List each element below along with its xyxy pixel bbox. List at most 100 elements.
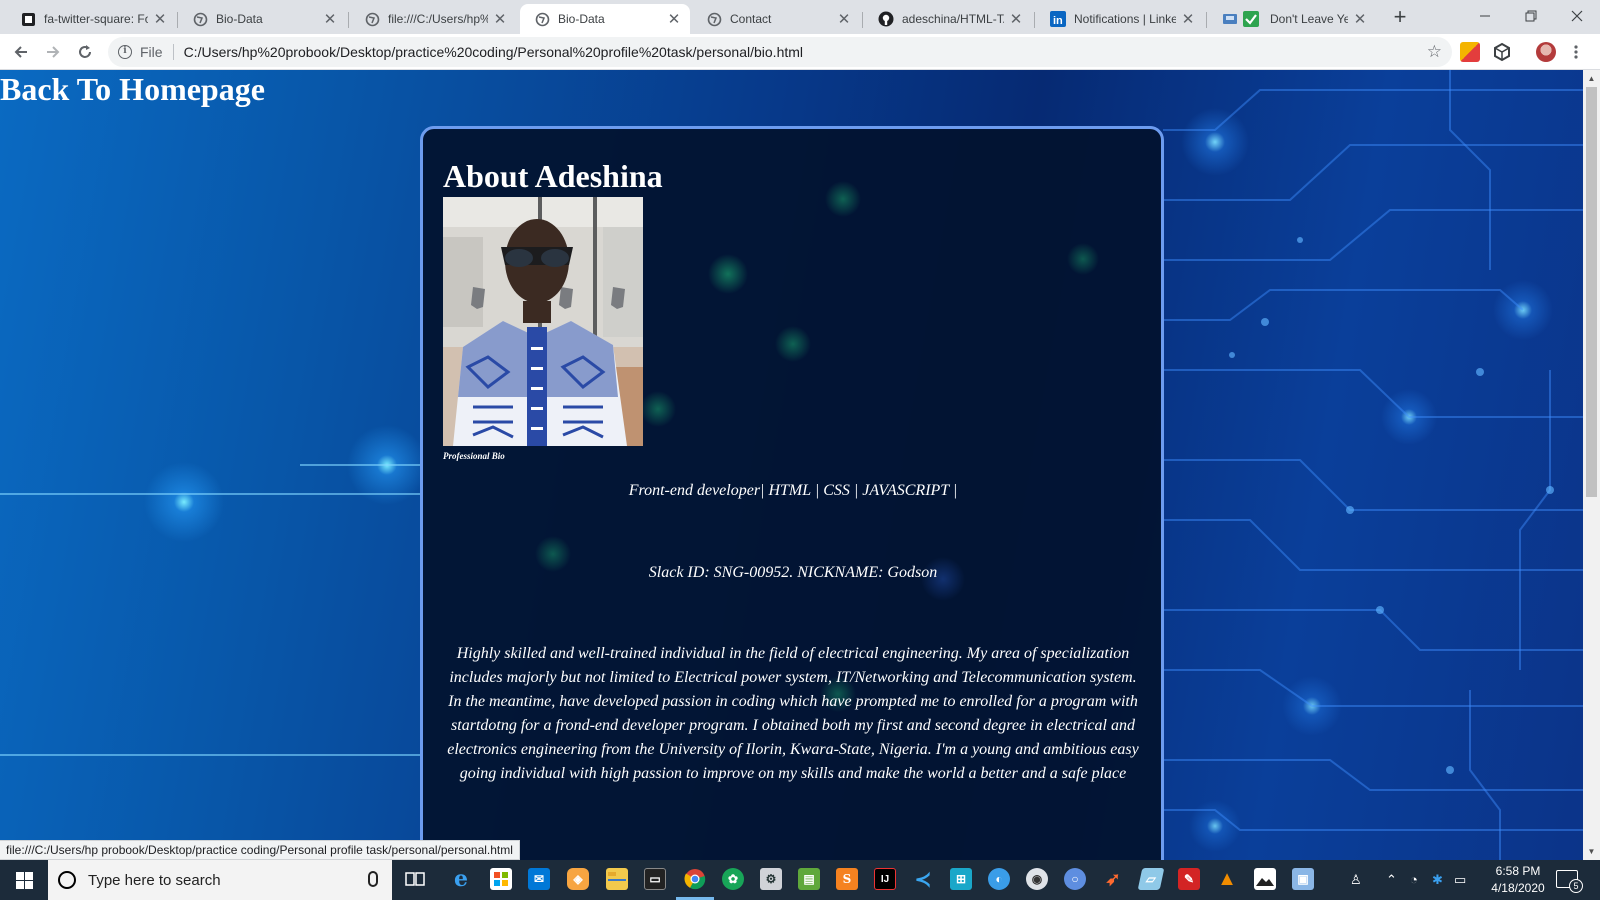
- vscode-icon[interactable]: ≺: [912, 868, 934, 891]
- slack-id-line: Slack ID: SNG-00952. NICKNAME: Godson: [648, 564, 938, 581]
- address-bar[interactable]: i File C:/Users/hp%20probook/Desktop/pra…: [108, 37, 1452, 67]
- orbit-app-icon[interactable]: ○: [1064, 868, 1086, 890]
- extension-icon[interactable]: [1460, 42, 1480, 62]
- sublime-text-icon[interactable]: S: [836, 868, 858, 890]
- tab-bio-data[interactable]: Bio-Data ✕: [178, 4, 346, 34]
- minimize-icon: [1480, 15, 1490, 17]
- tab-linkedin[interactable]: in Notifications | Linke ✕: [1036, 4, 1204, 34]
- tab-title: Contact: [730, 12, 772, 26]
- tab-bio-data-active[interactable]: Bio-Data ✕: [520, 4, 690, 34]
- close-icon[interactable]: ✕: [492, 10, 508, 28]
- arrow-left-icon: [14, 46, 27, 58]
- pictures-app-icon[interactable]: ◈: [567, 868, 589, 890]
- restore-button[interactable]: [1508, 0, 1554, 32]
- profile-avatar[interactable]: [1536, 42, 1556, 62]
- tab-twitter-square[interactable]: fa-twitter-square: Fo ✕: [6, 4, 176, 34]
- scroll-thumb[interactable]: [1586, 87, 1597, 497]
- reload-icon: [79, 45, 91, 58]
- wifi-icon[interactable]: ◔: [1410, 872, 1418, 887]
- status-bar-url: file:///C:/Users/hp probook/Desktop/prac…: [0, 840, 520, 860]
- url-text[interactable]: C:/Users/hp%20probook/Desktop/practice%2…: [184, 44, 803, 60]
- back-to-homepage-link[interactable]: Back To Homepage: [0, 70, 265, 108]
- close-window-button[interactable]: [1554, 0, 1600, 32]
- profile-photo: [443, 197, 643, 446]
- close-icon[interactable]: ✕: [152, 10, 168, 28]
- store-icon[interactable]: [490, 868, 512, 890]
- tab-github[interactable]: adeschina/HTML-TA ✕: [864, 4, 1032, 34]
- role-line: Front-end developer| HTML | CSS | JAVASC…: [628, 482, 958, 499]
- browser-toolbar: i File C:/Users/hp%20probook/Desktop/pra…: [0, 34, 1600, 70]
- forward-button[interactable]: [40, 40, 66, 64]
- page-scrollbar[interactable]: ▲ ▼: [1583, 70, 1600, 860]
- start-button[interactable]: [0, 860, 48, 900]
- close-icon[interactable]: ✕: [666, 10, 682, 28]
- tab-contact[interactable]: Contact ✕: [692, 4, 860, 34]
- file-explorer-icon[interactable]: [606, 868, 628, 890]
- back-button[interactable]: [8, 40, 34, 64]
- arrow-right-icon: [47, 46, 60, 58]
- close-icon[interactable]: ✕: [1180, 10, 1196, 28]
- notification-center-icon[interactable]: 5: [1556, 870, 1583, 893]
- tab-title: adeschina/HTML-TA: [902, 12, 1004, 26]
- chevron-up-icon[interactable]: ⌃: [1386, 872, 1397, 888]
- cortana-icon: [58, 871, 76, 889]
- close-icon[interactable]: ✕: [836, 10, 852, 28]
- new-tab-button[interactable]: +: [1388, 6, 1412, 30]
- svg-text:in: in: [1053, 15, 1063, 27]
- globe-icon: [192, 11, 208, 27]
- system-clock[interactable]: 6:58 PM 4/18/2020: [1484, 863, 1552, 897]
- tab-title: Don't Leave Yet!: [1270, 12, 1348, 26]
- mail-icon[interactable]: ✉: [528, 868, 550, 890]
- people-icon[interactable]: ♙: [1350, 872, 1362, 888]
- bio-paragraph: Highly skilled and well-trained individu…: [447, 645, 1139, 782]
- sheet-app-icon[interactable]: ▤: [798, 868, 820, 890]
- chrome-icon[interactable]: [684, 868, 706, 890]
- more-vert-icon: [1574, 45, 1578, 59]
- network-app-icon[interactable]: ✿: [722, 868, 744, 890]
- pdf-reader-icon[interactable]: ✎: [1178, 868, 1200, 890]
- edge-icon[interactable]: e: [450, 866, 472, 892]
- vlc-icon[interactable]: ▲: [1216, 868, 1238, 890]
- info-icon[interactable]: i: [118, 45, 132, 59]
- disk-app-icon[interactable]: ◉: [1026, 868, 1048, 890]
- close-icon: [1571, 10, 1583, 22]
- cube-extension-icon[interactable]: [1492, 42, 1512, 62]
- linkedin-icon: in: [1050, 11, 1066, 27]
- notification-count-badge: 5: [1569, 879, 1583, 893]
- tab-title: file:///C:/Users/hp%: [388, 12, 488, 26]
- notes-app-icon[interactable]: ▱: [1137, 868, 1165, 890]
- scheme-label: File: [140, 44, 163, 60]
- app-tile-icon[interactable]: ⊞: [950, 868, 972, 890]
- search-placeholder: Type here to search: [88, 871, 221, 889]
- scroll-down-icon[interactable]: ▼: [1583, 843, 1600, 860]
- close-icon[interactable]: ✕: [322, 10, 338, 28]
- intellij-icon[interactable]: IJ: [874, 868, 896, 890]
- tab-dont-leave-yet[interactable]: Don't Leave Yet! ✕: [1208, 4, 1376, 34]
- menu-button[interactable]: [1566, 40, 1586, 64]
- bluetooth-icon[interactable]: ✱: [1432, 872, 1443, 888]
- bookmark-star-icon[interactable]: ☆: [1427, 42, 1442, 62]
- scroll-up-icon[interactable]: ▲: [1583, 70, 1600, 87]
- chat-app-icon[interactable]: ◐: [988, 868, 1010, 890]
- microphone-icon[interactable]: [368, 871, 378, 887]
- minimize-button[interactable]: [1462, 0, 1508, 32]
- checkbox-icon: [1222, 11, 1262, 27]
- github-icon: [878, 11, 894, 27]
- photos-app-icon[interactable]: [1254, 868, 1276, 890]
- about-card: About Adeshina Professional Bio Front-en…: [420, 126, 1164, 860]
- taskbar-search[interactable]: Type here to search: [48, 860, 392, 900]
- globe-icon: [706, 11, 722, 27]
- remote-desktop-icon[interactable]: ▣: [1292, 868, 1314, 890]
- reload-button[interactable]: [72, 40, 98, 64]
- settings-app-icon[interactable]: ⚙: [760, 868, 782, 890]
- battery-icon[interactable]: ▭: [1454, 872, 1466, 888]
- close-icon[interactable]: ✕: [1008, 10, 1024, 28]
- tab-file-url[interactable]: file:///C:/Users/hp% ✕: [350, 4, 516, 34]
- clock-date: 4/18/2020: [1491, 881, 1545, 895]
- tab-title: Bio-Data: [216, 12, 263, 26]
- task-view-icon[interactable]: [404, 868, 426, 890]
- arrow-app-icon[interactable]: ➶: [1102, 868, 1124, 890]
- terminal-icon[interactable]: ▭: [644, 868, 666, 890]
- close-icon[interactable]: ✕: [1352, 10, 1368, 28]
- tab-title: Bio-Data: [558, 12, 605, 26]
